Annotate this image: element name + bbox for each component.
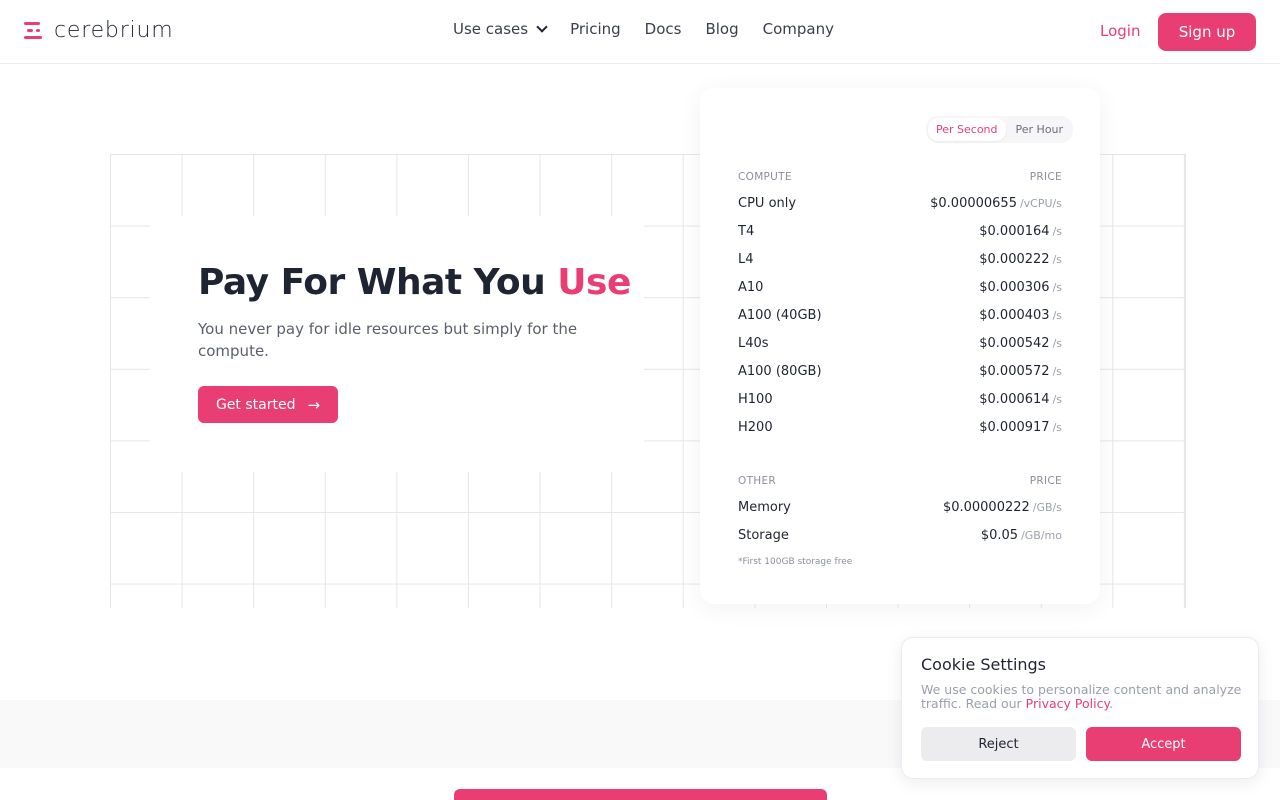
price-row: H100 $0.000614/s (738, 392, 1062, 407)
toggle-per-hour[interactable]: Per Hour (1008, 118, 1072, 141)
billing-period-toggle: Per Second Per Hour (926, 116, 1074, 143)
price-row: L40s $0.000542/s (738, 336, 1062, 351)
cookie-description: We use cookies to personalize content an… (921, 682, 1242, 711)
brand-name: cerebrium (54, 18, 174, 43)
price-row: CPU only $0.00000655/vCPU/s (738, 196, 1062, 211)
reject-cookies-button[interactable]: Reject (921, 727, 1076, 761)
price-row: H200 $0.000917/s (738, 420, 1062, 435)
login-link[interactable]: Login (1100, 22, 1140, 40)
hero-title: Pay For What You Use (198, 262, 631, 303)
privacy-policy-link[interactable]: Privacy Policy (1026, 696, 1109, 711)
cookie-settings-dialog: Cookie Settings We use cookies to person… (901, 637, 1259, 779)
nav-pricing[interactable]: Pricing (570, 20, 621, 38)
brand-logo[interactable]: cerebrium (24, 18, 173, 43)
main-nav: Use cases Pricing Docs Blog Company (453, 20, 834, 38)
cookie-title: Cookie Settings (921, 655, 1047, 674)
storage-footnote: *First 100GB storage free (738, 557, 853, 567)
price-row: T4 $0.000164/s (738, 224, 1062, 239)
get-started-button[interactable]: Get started → (198, 386, 338, 423)
nav-use-cases[interactable]: Use cases (453, 20, 548, 38)
price-row: A10 $0.000306/s (738, 280, 1062, 295)
price-row: A100 (80GB) $0.000572/s (738, 364, 1062, 379)
accept-cookies-button[interactable]: Accept (1086, 727, 1241, 761)
compute-header: COMPUTE PRICE (738, 171, 1062, 183)
nav-company[interactable]: Company (763, 20, 834, 38)
arrow-right-icon: → (307, 395, 321, 414)
nav-blog[interactable]: Blog (705, 20, 738, 38)
nav-docs[interactable]: Docs (645, 20, 682, 38)
other-header: OTHER PRICE (738, 475, 1062, 487)
cerebrium-logo-icon (24, 20, 44, 42)
toggle-per-second[interactable]: Per Second (928, 118, 1006, 141)
price-row: L4 $0.000222/s (738, 252, 1062, 267)
price-row: A100 (40GB) $0.000403/s (738, 308, 1062, 323)
bottom-cta-bar[interactable] (454, 789, 827, 800)
hero-title-accent: Use (557, 262, 631, 303)
hero-subtitle: You never pay for idle resources but sim… (198, 320, 578, 360)
chevron-down-icon (536, 21, 548, 33)
price-row: Memory $0.00000222/GB/s (738, 500, 1062, 515)
signup-button[interactable]: Sign up (1158, 13, 1256, 51)
site-header: cerebrium Use cases Pricing Docs Blog Co… (0, 0, 1280, 64)
price-row: Storage $0.05/GB/mo (738, 528, 1062, 543)
